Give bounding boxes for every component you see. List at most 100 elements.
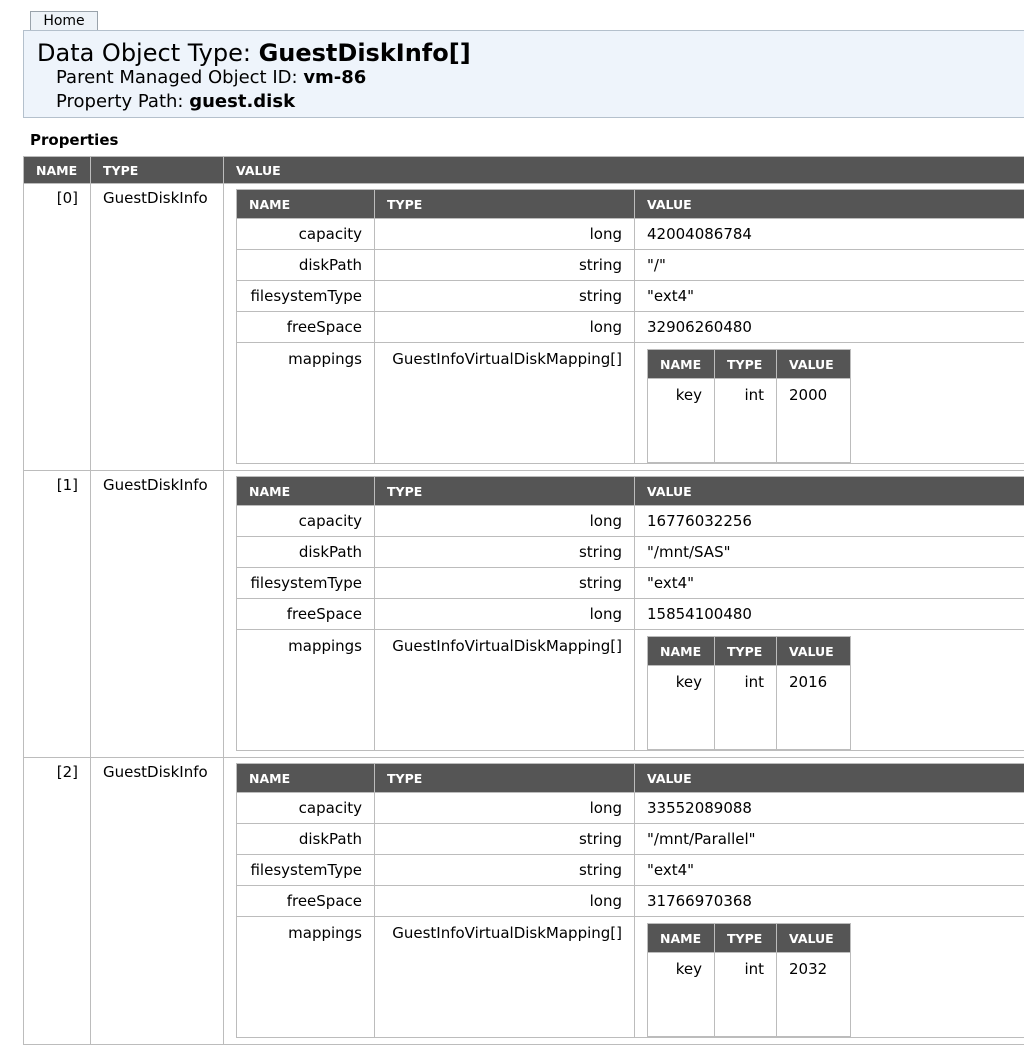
inner-header-row: NAME TYPE VALUE [237,764,1024,793]
guest-disk-info-table: NAME TYPE VALUE capacity long 3355208908… [236,763,1024,1038]
property-value: 15854100480 [635,599,1024,630]
property-path-label: Property Path: [56,91,184,112]
property-value: 42004086784 [635,219,1024,250]
property-row-mappings: mappings GuestInfoVirtualDiskMapping[] N… [237,917,1024,1038]
col-value-header: VALUE [635,477,1024,506]
disk-mapping-table: NAME TYPE VALUE key int 2032 [647,923,851,1037]
item-type: GuestDiskInfo [91,184,224,471]
mapping-header-row: NAME TYPE VALUE [648,637,851,666]
data-object-type: Data Object Type: GuestDiskInfo[] [37,38,471,68]
property-type: string [375,824,635,855]
table-row: [2] GuestDiskInfo NAME TYPE VALUE capaci… [24,758,1024,1045]
property-value: "/mnt/SAS" [635,537,1024,568]
property-value: NAME TYPE VALUE key int 2032 [635,917,1024,1038]
item-value: NAME TYPE VALUE capacity long 4200408678… [224,184,1024,471]
property-name: diskPath [237,824,375,855]
mapping-name: key [648,666,715,750]
mapping-type: int [715,666,777,750]
property-name: capacity [237,506,375,537]
property-type: long [375,793,635,824]
col-value-header: VALUE [635,190,1024,219]
col-value-header: VALUE [777,637,851,666]
property-row-diskpath: diskPath string "/mnt/Parallel" [237,824,1024,855]
property-name: capacity [237,793,375,824]
col-name-header: NAME [648,637,715,666]
properties-header-row: NAME TYPE VALUE [24,157,1024,184]
guest-disk-info-table: NAME TYPE VALUE capacity long 4200408678… [236,189,1024,464]
property-value: 32906260480 [635,312,1024,343]
data-object-type-value: GuestDiskInfo[] [259,39,471,67]
item-value: NAME TYPE VALUE capacity long 3355208908… [224,758,1024,1045]
property-value: 31766970368 [635,886,1024,917]
properties-title: Properties [30,131,118,149]
col-name-header: NAME [237,190,375,219]
mapping-value: 2000 [777,379,851,463]
item-type: GuestDiskInfo [91,758,224,1045]
property-type: long [375,506,635,537]
item-type: GuestDiskInfo [91,471,224,758]
property-type: string [375,855,635,886]
mapping-row: key int 2032 [648,953,851,1037]
home-link[interactable]: Home [30,11,98,30]
property-value: 33552089088 [635,793,1024,824]
property-value: "/mnt/Parallel" [635,824,1024,855]
property-row-capacity: capacity long 16776032256 [237,506,1024,537]
table-row: [1] GuestDiskInfo NAME TYPE VALUE capaci… [24,471,1024,758]
col-name-header: NAME [648,924,715,953]
property-name: freeSpace [237,599,375,630]
property-type: GuestInfoVirtualDiskMapping[] [375,343,635,464]
mapping-value: 2016 [777,666,851,750]
property-row-diskpath: diskPath string "/mnt/SAS" [237,537,1024,568]
property-type: long [375,312,635,343]
property-name: mappings [237,343,375,464]
mapping-header-row: NAME TYPE VALUE [648,924,851,953]
property-row-freespace: freeSpace long 31766970368 [237,886,1024,917]
property-value: NAME TYPE VALUE key int 2016 [635,630,1024,751]
property-type: string [375,568,635,599]
mapping-type: int [715,953,777,1037]
parent-managed-object-id: Parent Managed Object ID: vm-86 [56,66,366,90]
col-type-header: TYPE [375,764,635,793]
inner-header-row: NAME TYPE VALUE [237,477,1024,506]
property-type: long [375,219,635,250]
inner-header-row: NAME TYPE VALUE [237,190,1024,219]
col-name-header: NAME [648,350,715,379]
mapping-header-row: NAME TYPE VALUE [648,350,851,379]
guest-disk-info-table: NAME TYPE VALUE capacity long 1677603225… [236,476,1024,751]
property-name: filesystemType [237,281,375,312]
property-value: "ext4" [635,568,1024,599]
property-row-mappings: mappings GuestInfoVirtualDiskMapping[] N… [237,630,1024,751]
property-row-freespace: freeSpace long 32906260480 [237,312,1024,343]
col-value-header: VALUE [777,924,851,953]
mapping-row: key int 2016 [648,666,851,750]
col-type-header: TYPE [375,477,635,506]
property-row-capacity: capacity long 42004086784 [237,219,1024,250]
col-type-header: TYPE [715,924,777,953]
property-row-diskpath: diskPath string "/" [237,250,1024,281]
property-value: "ext4" [635,281,1024,312]
property-type: string [375,281,635,312]
property-name: capacity [237,219,375,250]
table-row: [0] GuestDiskInfo NAME TYPE VALUE capaci… [24,184,1024,471]
property-name: freeSpace [237,886,375,917]
parent-id-value: vm-86 [303,67,366,88]
col-name-header: NAME [24,157,91,184]
property-row-freespace: freeSpace long 15854100480 [237,599,1024,630]
disk-mapping-table: NAME TYPE VALUE key int 2000 [647,349,851,463]
property-name: freeSpace [237,312,375,343]
property-row-filesystemtype: filesystemType string "ext4" [237,855,1024,886]
mapping-name: key [648,379,715,463]
property-row-filesystemtype: filesystemType string "ext4" [237,281,1024,312]
col-type-header: TYPE [91,157,224,184]
property-name: diskPath [237,250,375,281]
mapping-name: key [648,953,715,1037]
property-name: filesystemType [237,855,375,886]
col-type-header: TYPE [715,637,777,666]
col-type-header: TYPE [375,190,635,219]
property-type: GuestInfoVirtualDiskMapping[] [375,630,635,751]
property-type: GuestInfoVirtualDiskMapping[] [375,917,635,1038]
property-name: mappings [237,917,375,1038]
property-name: diskPath [237,537,375,568]
property-value: "/" [635,250,1024,281]
property-name: mappings [237,630,375,751]
